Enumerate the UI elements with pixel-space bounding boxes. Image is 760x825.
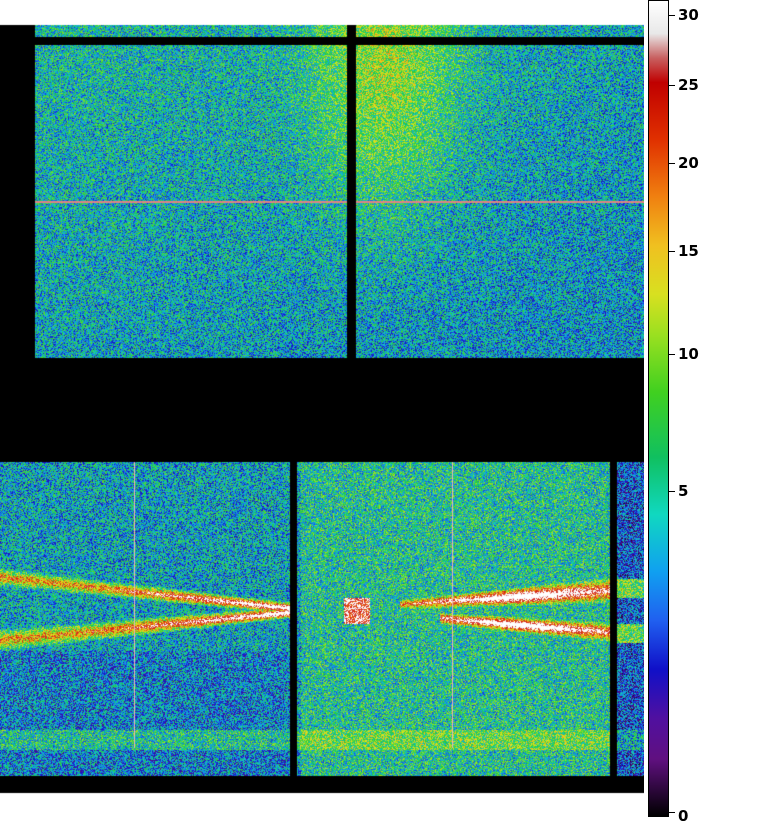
colorbar-tick: [669, 491, 675, 492]
colorbar-tick-label: 20: [678, 154, 699, 172]
colorbar-tick-label: 30: [678, 6, 699, 24]
colorbar-tick-label: 10: [678, 345, 699, 363]
detector-image: [0, 0, 644, 817]
colorbar-tick-label: 15: [678, 242, 699, 260]
colorbar: [648, 0, 669, 817]
colorbar-tick: [669, 354, 675, 355]
colorbar-tick: [669, 163, 675, 164]
colorbar-tick: [669, 251, 675, 252]
colorbar-tick-label: 25: [678, 76, 699, 94]
colorbar-tick-label: 5: [678, 482, 689, 500]
colorbar-tick: [669, 812, 675, 813]
colorbar-tick: [669, 15, 675, 16]
colorbar-tick: [669, 85, 675, 86]
detector-image-canvas: [0, 0, 644, 817]
